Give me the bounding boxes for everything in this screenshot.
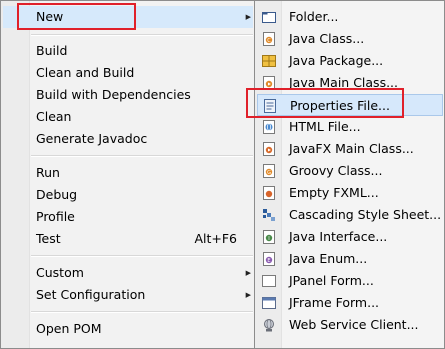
menu-item-set-configuration[interactable]: Set Configuration ▶ <box>3 284 253 306</box>
menu-item-custom[interactable]: Custom ▶ <box>3 262 253 284</box>
submenu-item-javafx-main-class[interactable]: JavaFX Main Class... <box>257 138 443 160</box>
menu-item-label: Java Class... <box>289 31 365 46</box>
menu-item-label: Custom <box>36 265 84 280</box>
new-submenu: Folder... C Java Class... Java Package..… <box>254 0 445 349</box>
menu-item-label: Build <box>36 43 68 58</box>
menu-item-generate-javadoc[interactable]: Generate Javadoc <box>3 128 253 150</box>
menu-item-label: Run <box>36 165 60 180</box>
svg-text:E: E <box>267 258 270 264</box>
menu-separator <box>31 155 253 157</box>
menu-item-label: Generate Javadoc <box>36 131 148 146</box>
menu-separator <box>31 311 253 313</box>
menu-item-debug[interactable]: Debug <box>3 184 253 206</box>
menu-item-profile[interactable]: Profile <box>3 206 253 228</box>
menu-item-build-with-dependencies[interactable]: Build with Dependencies <box>3 84 253 106</box>
submenu-item-java-class[interactable]: C Java Class... <box>257 28 443 50</box>
menu-item-clean[interactable]: Clean <box>3 106 253 128</box>
submenu-item-empty-fxml[interactable]: Empty FXML... <box>257 182 443 204</box>
menu-item-label: Java Enum... <box>289 251 368 266</box>
submenu-item-java-package[interactable]: Java Package... <box>257 50 443 72</box>
menu-item-label: Open POM <box>36 321 102 336</box>
groovy-class-icon: G <box>263 164 275 178</box>
jframe-form-icon <box>262 297 276 309</box>
submenu-arrow-icon: ▶ <box>245 291 251 299</box>
submenu-arrow-icon: ▶ <box>245 13 251 21</box>
svg-text:C: C <box>267 38 271 44</box>
menu-item-clean-and-build[interactable]: Clean and Build <box>3 62 253 84</box>
menu-item-test[interactable]: Test Alt+F6 <box>3 228 253 250</box>
submenu-item-jpanel-form[interactable]: JPanel Form... <box>257 270 443 292</box>
submenu-item-cascading-style-sheet[interactable]: Cascading Style Sheet... <box>257 204 443 226</box>
submenu-item-java-enum[interactable]: E Java Enum... <box>257 248 443 270</box>
menu-separator <box>31 34 253 36</box>
menu-item-label: Debug <box>36 187 78 202</box>
menu-item-label: Groovy Class... <box>289 163 383 178</box>
folder-icon <box>262 12 276 23</box>
menu-item-run[interactable]: Run <box>3 162 253 184</box>
submenu-item-java-interface[interactable]: I Java Interface... <box>257 226 443 248</box>
menu-item-open-pom[interactable]: Open POM <box>3 318 253 340</box>
submenu-item-groovy-class[interactable]: G Groovy Class... <box>257 160 443 182</box>
menu-item-label: JavaFX Main Class... <box>289 141 414 156</box>
svg-text:G: G <box>267 170 271 176</box>
menu-item-label: JFrame Form... <box>289 295 380 310</box>
java-interface-icon: I <box>263 230 275 244</box>
properties-file-highlight-box <box>246 88 404 118</box>
submenu-item-html-file[interactable]: HTML File... <box>257 116 443 138</box>
css-file-icon <box>263 209 275 221</box>
menu-item-label: JPanel Form... <box>289 273 374 288</box>
menu-item-label: Test <box>36 231 61 246</box>
java-class-icon: C <box>263 32 275 46</box>
svg-text:I: I <box>268 236 269 242</box>
submenu-arrow-icon: ▶ <box>245 269 251 277</box>
menu-item-label: HTML File... <box>289 119 361 134</box>
menu-item-label: Build with Dependencies <box>36 87 191 102</box>
menu-item-build[interactable]: Build <box>3 40 253 62</box>
menu-item-label: Clean and Build <box>36 65 135 80</box>
submenu-item-web-service-client[interactable]: Web Service Client... <box>257 314 443 336</box>
menu-item-label: Folder... <box>289 9 339 24</box>
javafx-main-class-icon <box>263 142 275 156</box>
menu-item-label: Clean <box>36 109 72 124</box>
submenu-item-jframe-form[interactable]: JFrame Form... <box>257 292 443 314</box>
jpanel-form-icon <box>262 275 276 287</box>
menu-item-label: Java Interface... <box>289 229 388 244</box>
shortcut-label: Alt+F6 <box>194 231 237 246</box>
menu-item-label: Set Configuration <box>36 287 146 302</box>
menu-item-label: Java Package... <box>289 53 384 68</box>
menu-item-label: Profile <box>36 209 75 224</box>
java-enum-icon: E <box>263 252 275 266</box>
new-highlight-box <box>17 3 136 30</box>
menu-separator <box>31 255 253 257</box>
menu-item-label: Empty FXML... <box>289 185 379 200</box>
java-package-icon <box>262 55 276 67</box>
project-context-menu: New ▶ Build Clean and Build Build with D… <box>0 0 256 349</box>
submenu-item-folder[interactable]: Folder... <box>257 6 443 28</box>
menu-item-label: Cascading Style Sheet... <box>289 207 442 222</box>
menu-item-label: Web Service Client... <box>289 317 419 332</box>
fxml-file-icon <box>263 186 275 200</box>
web-service-client-icon <box>264 319 274 332</box>
html-file-icon <box>263 120 275 134</box>
